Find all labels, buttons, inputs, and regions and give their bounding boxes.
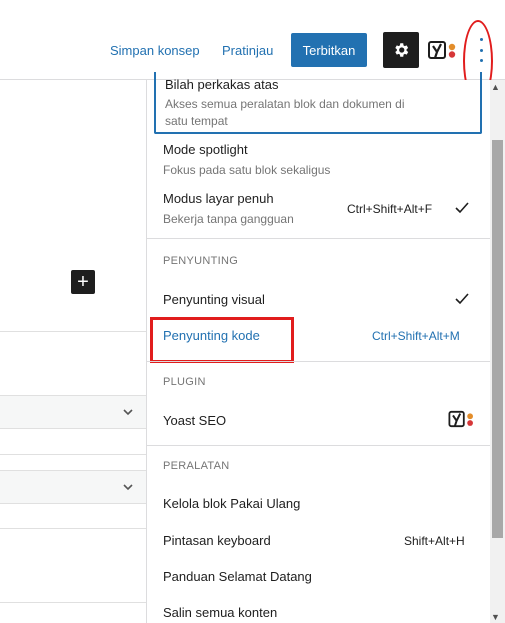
fullscreen-desc: Bekerja tanpa gangguan [163, 212, 294, 226]
publish-button[interactable]: Terbitkan [291, 33, 367, 67]
annotation-rectangle [150, 317, 294, 363]
check-icon [455, 202, 469, 214]
sidebar-panel-row[interactable] [0, 470, 146, 504]
editor-group-label: PENYUNTING [163, 255, 239, 267]
add-block-button[interactable]: + [71, 270, 95, 294]
menu-separator [147, 445, 490, 446]
chevron-down-icon [123, 484, 133, 491]
fullscreen-title: Modus layar penuh [163, 191, 274, 206]
fullscreen-shortcut: Ctrl+Shift+Alt+F [347, 202, 433, 216]
yoast-icon [448, 410, 473, 428]
scroll-down-icon[interactable]: ▼ [491, 612, 500, 622]
welcome-title: Panduan Selamat Datang [163, 569, 312, 584]
keyboard-shortcut: Shift+Alt+H [404, 534, 465, 548]
spotlight-title: Mode spotlight [163, 142, 248, 157]
settings-button[interactable] [383, 32, 419, 68]
yoast-toolbar-button[interactable] [428, 40, 458, 60]
code-editor-shortcut: Ctrl+Shift+Alt+M [372, 329, 460, 343]
scroll-up-icon[interactable]: ▲ [491, 82, 500, 92]
divider [0, 454, 146, 455]
save-draft-button[interactable]: Simpan konsep [110, 43, 200, 58]
gear-icon [395, 43, 409, 57]
chevron-down-icon [123, 409, 133, 416]
yoast-title: Yoast SEO [163, 413, 227, 428]
plus-icon: + [77, 271, 89, 293]
reusable-title: Kelola blok Pakai Ulang [163, 496, 301, 511]
check-icon [455, 293, 469, 305]
divider [0, 528, 146, 529]
menu-separator [147, 361, 490, 362]
menu-separator [147, 238, 490, 239]
divider [0, 602, 146, 603]
plugin-group-label: PLUGIN [163, 376, 206, 388]
copy-all-title: Salin semua konten [163, 605, 278, 620]
top-toolbar-title: Bilah perkakas atas [165, 77, 279, 92]
scrollbar-thumb[interactable] [492, 140, 503, 538]
yoast-icon [428, 41, 456, 59]
visual-editor-title: Penyunting visual [163, 292, 265, 307]
top-toolbar-desc: Akses semua peralatan blok dan dokumen d… [165, 97, 405, 111]
top-toolbar-desc: satu tempat [165, 114, 228, 128]
preview-button[interactable]: Pratinjau [222, 43, 273, 58]
spotlight-desc: Fokus pada satu blok sekaligus [163, 163, 331, 177]
keyboard-title: Pintasan keyboard [163, 533, 271, 548]
divider [0, 331, 146, 332]
sidebar-panel-row[interactable] [0, 395, 146, 429]
tools-group-label: PERALATAN [163, 460, 230, 472]
